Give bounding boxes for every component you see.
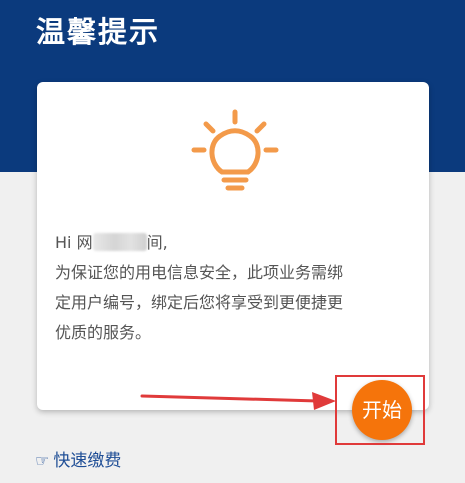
message-line: 为保证您的用电信息安全，此项业务需绑 <box>55 263 344 282</box>
notice-message: Hi 网 间, 为保证您的用电信息安全，此项业务需绑 定用户编号，绑定后您将享受到… <box>55 228 417 348</box>
redacted-name <box>92 233 147 251</box>
pointing-hand-icon: ☞ <box>35 451 50 470</box>
quick-pay-link[interactable]: ☞ 快速缴费 <box>35 448 121 474</box>
message-line: 优质的服务。 <box>55 323 152 342</box>
greeting-prefix: Hi 网 <box>55 233 93 252</box>
greeting-line: Hi 网 间, <box>55 228 417 258</box>
quick-pay-label: 快速缴费 <box>53 451 122 471</box>
message-line: 定用户编号，绑定后您将享受到更便捷更 <box>55 293 344 312</box>
highlight-box <box>335 375 425 445</box>
page-title: 温馨提示 <box>36 15 161 49</box>
annotation-arrow <box>140 392 336 410</box>
greeting-suffix: 间, <box>146 233 168 252</box>
lightbulb-icon <box>191 109 279 191</box>
